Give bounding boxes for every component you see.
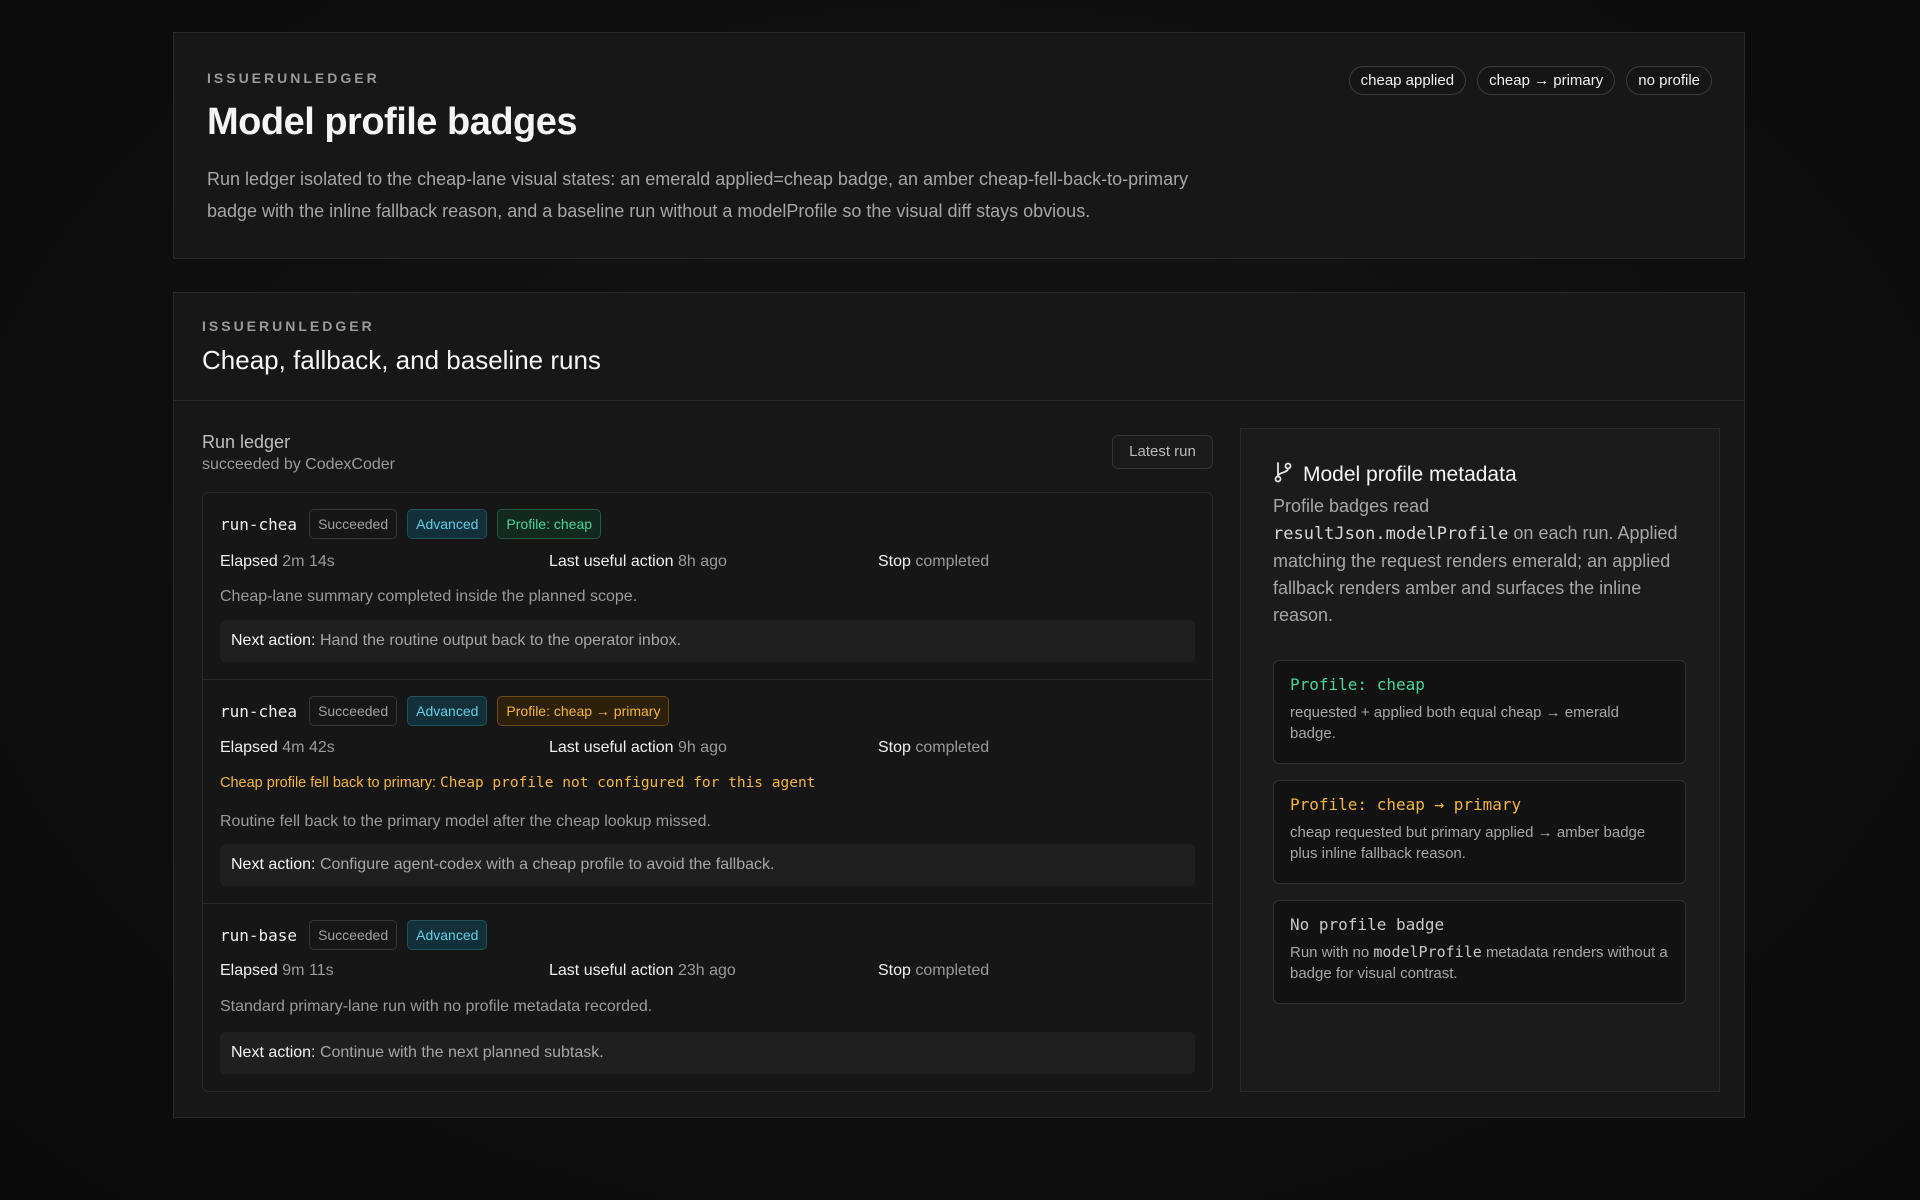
legend-desc-code: modelProfile (1373, 943, 1482, 961)
latest-run-button[interactable]: Latest run (1112, 435, 1213, 469)
elapsed-value: 4m 42s (282, 739, 335, 756)
run-summary: Cheap-lane summary completed inside the … (220, 588, 638, 605)
main-card: ISSUERUNLEDGER Cheap, fallback, and base… (173, 292, 1745, 1118)
pill-cheap-primary: cheap → primary (1477, 66, 1616, 95)
elapsed-label: Elapsed (220, 962, 278, 979)
git-branch-icon (1273, 461, 1293, 488)
legend-desc: requested + applied both equal cheap → e… (1290, 704, 1619, 742)
next-action: Next action: Hand the routine output bac… (220, 620, 1195, 662)
section-eyebrow: ISSUERUNLEDGER (202, 318, 375, 334)
section-divider (174, 400, 1744, 401)
next-action-text: Hand the routine output back to the oper… (319, 632, 682, 649)
legend-desc: Run with no modelProfile metadata render… (1290, 942, 1669, 984)
next-action-label: Next action: (231, 856, 316, 873)
legend-no-profile: No profile badge Run with no modelProfil… (1273, 900, 1686, 1004)
panel-title: Model profile metadata (1303, 462, 1517, 486)
fallback-reason: Cheap profile fell back to primary: Chea… (220, 775, 815, 791)
run-meta: Elapsed 2m 14s Last useful action 8h ago… (220, 553, 1195, 571)
elapsed-label: Elapsed (220, 553, 278, 570)
next-action: Next action: Continue with the next plan… (220, 1032, 1195, 1074)
pill-cheap-applied: cheap applied (1348, 66, 1467, 95)
mode-badge: Advanced (407, 509, 488, 539)
mode-badge: Advanced (407, 920, 488, 950)
ledger-subtitle: succeeded by CodexCoder (202, 456, 396, 473)
profile-badge-cheap: Profile: cheap (497, 509, 602, 539)
run-id: run-base (220, 925, 298, 945)
pill-no-profile: no profile (1626, 66, 1712, 95)
mode-badge: Advanced (407, 696, 488, 726)
next-action-text: Continue with the next planned subtask. (319, 1044, 604, 1061)
page-title: Model profile badges (207, 101, 578, 143)
run-id: run-chea (220, 514, 298, 534)
legend-desc: cheap requested but primary applied → am… (1290, 824, 1646, 862)
stop-value: completed (915, 962, 990, 979)
last-useful-value: 8h ago (677, 553, 727, 570)
run-row-cheap[interactable]: run-chea Succeeded Advanced Profile: che… (203, 493, 1212, 679)
stop-value: completed (915, 739, 990, 756)
stop-value: completed (915, 553, 990, 570)
run-header: run-chea Succeeded Advanced Profile: che… (220, 696, 670, 726)
run-summary: Routine fell back to the primary model a… (220, 813, 711, 830)
panel-desc-code: resultJson.modelProfile (1273, 524, 1509, 544)
next-action: Next action: Configure agent-codex with … (220, 844, 1195, 886)
status-badge: Succeeded (309, 509, 398, 539)
model-profile-panel: Model profile metadata Profile badges re… (1240, 428, 1720, 1092)
last-useful-value: 23h ago (677, 962, 736, 979)
run-meta: Elapsed 4m 42s Last useful action 9h ago… (220, 739, 1195, 757)
status-badge: Succeeded (309, 920, 398, 950)
panel-description: Profile badges read resultJson.modelProfi… (1273, 493, 1693, 629)
run-id: run-chea (220, 701, 298, 721)
elapsed-label: Elapsed (220, 739, 278, 756)
last-useful-label: Last useful action (549, 739, 674, 756)
panel-header: Model profile metadata (1273, 461, 1517, 488)
last-useful-label: Last useful action (549, 553, 674, 570)
legend-desc-lead: Run with no (1290, 944, 1370, 961)
state-pills: cheap applied cheap → primary no profile (1348, 66, 1712, 95)
stop-label: Stop (878, 739, 911, 756)
header-eyebrow: ISSUERUNLEDGER (207, 70, 380, 86)
run-list: run-chea Succeeded Advanced Profile: che… (202, 492, 1213, 1092)
stop-label: Stop (878, 962, 911, 979)
run-meta: Elapsed 9m 11s Last useful action 23h ag… (220, 962, 1195, 980)
run-summary: Standard primary-lane run with no profil… (220, 998, 653, 1015)
next-action-label: Next action: (231, 632, 316, 649)
fallback-label: Cheap profile fell back to primary: (220, 775, 436, 791)
ledger-title: Run ledger (202, 432, 291, 452)
status-badge: Succeeded (309, 696, 398, 726)
header-card: ISSUERUNLEDGER Model profile badges Run … (173, 32, 1745, 259)
profile-badge-fallback: Profile: cheap → primary (497, 696, 670, 726)
elapsed-value: 9m 11s (282, 962, 334, 979)
panel-desc-lead: Profile badges read (1273, 496, 1430, 516)
legend-fallback: Profile: cheap → primary cheap requested… (1273, 780, 1686, 884)
fallback-reason-text: Cheap profile not configured for this ag… (440, 775, 816, 791)
last-useful-label: Last useful action (549, 962, 674, 979)
legend-title: Profile: cheap → primary (1290, 795, 1522, 814)
legend-title: Profile: cheap (1290, 675, 1425, 694)
run-header: run-base Succeeded Advanced (220, 920, 488, 950)
last-useful-value: 9h ago (677, 739, 727, 756)
run-header: run-chea Succeeded Advanced Profile: che… (220, 509, 602, 539)
run-row-fallback[interactable]: run-chea Succeeded Advanced Profile: che… (203, 679, 1212, 903)
elapsed-value: 2m 14s (282, 553, 335, 570)
legend-cheap: Profile: cheap requested + applied both … (1273, 660, 1686, 764)
next-action-label: Next action: (231, 1044, 316, 1061)
stop-label: Stop (878, 553, 911, 570)
section-title: Cheap, fallback, and baseline runs (202, 345, 601, 375)
legend-title: No profile badge (1290, 915, 1445, 934)
page-description: Run ledger isolated to the cheap-lane vi… (207, 169, 1189, 221)
run-row-baseline[interactable]: run-base Succeeded Advanced Elapsed 9m 1… (203, 903, 1212, 1091)
next-action-text: Configure agent-codex with a cheap profi… (319, 856, 775, 873)
